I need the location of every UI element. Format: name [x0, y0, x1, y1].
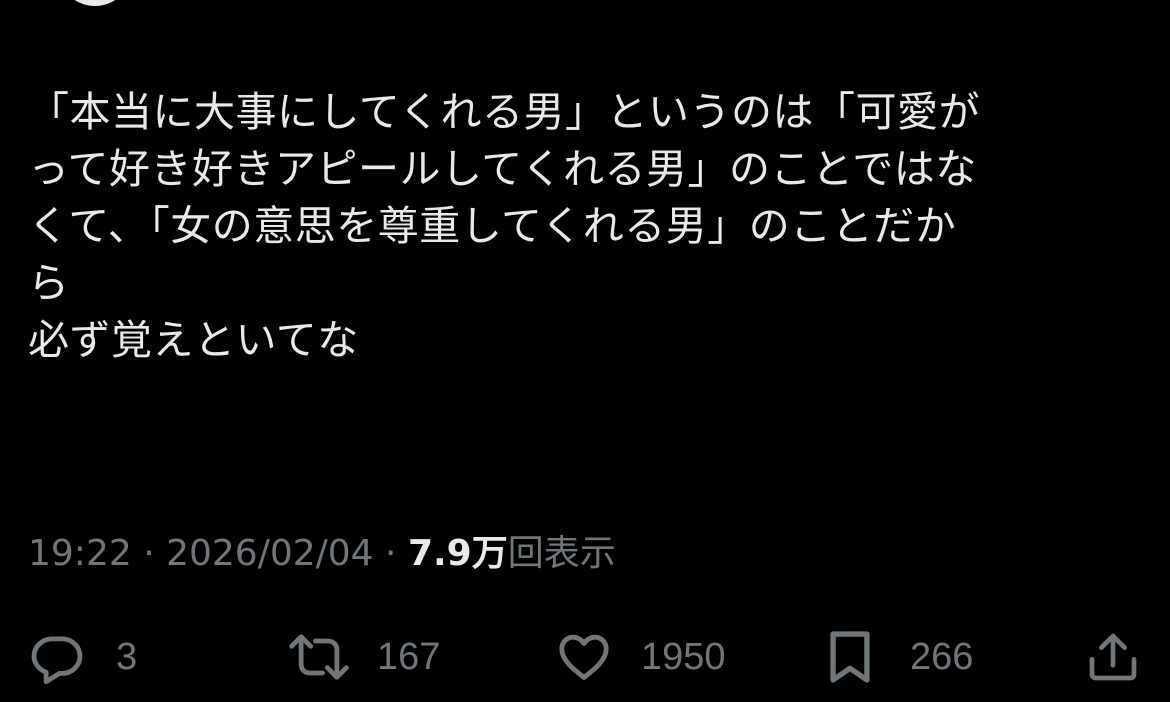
reply-count: 3	[116, 635, 138, 678]
tweet-time[interactable]: 19:22	[28, 533, 132, 574]
tweet-text-line: 「本当に大事にしてくれる男」というのは「可愛が	[28, 88, 981, 136]
tweet-meta: 19:22 · 2026/02/04 · 7.9万回表示	[28, 532, 616, 576]
like-button[interactable]: 1950	[555, 622, 726, 692]
share-button[interactable]	[1085, 622, 1141, 692]
meta-separator: ·	[131, 533, 167, 574]
repost-count: 167	[377, 635, 441, 678]
tweet-date[interactable]: 2026/02/04	[166, 533, 374, 574]
bookmark-count: 266	[910, 635, 974, 678]
tweet-text: 「本当に大事にしてくれる男」というのは「可愛が って好き好きアピールしてくれる男…	[28, 84, 1143, 369]
meta-separator: ·	[373, 533, 408, 574]
tweet-text-line: ら	[28, 259, 70, 307]
bookmark-button[interactable]: 266	[825, 622, 973, 692]
views-count[interactable]: 7.9万	[408, 533, 508, 574]
heart-icon	[555, 628, 613, 686]
bookmark-icon	[825, 628, 875, 686]
share-icon	[1085, 628, 1141, 686]
tweet-text-line: くて、「女の意思を尊重してくれる男」のことだか	[28, 202, 957, 250]
action-bar: 3 167 1950 266	[0, 622, 1170, 692]
like-count: 1950	[641, 635, 726, 678]
repost-icon	[288, 628, 350, 686]
avatar[interactable]	[60, 0, 130, 6]
tweet-text-line: って好き好きアピールしてくれる男」のことではな	[28, 145, 977, 193]
repost-button[interactable]: 167	[288, 622, 440, 692]
reply-button[interactable]: 3	[28, 622, 137, 692]
tweet-text-line: 必ず覚えといてな	[28, 316, 359, 364]
views-label: 回表示	[507, 533, 616, 574]
reply-icon	[28, 628, 86, 686]
